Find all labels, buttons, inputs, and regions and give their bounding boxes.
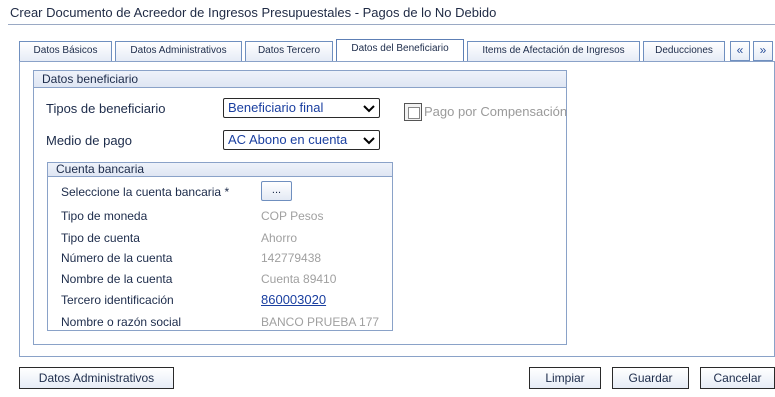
tipos-beneficiario-select[interactable]: Beneficiario final xyxy=(223,98,380,118)
tercero-identificacion-label: Tercero identificación xyxy=(61,293,174,307)
pago-compensacion-label: Pago por Compensación xyxy=(424,104,568,119)
datos-administrativos-button[interactable]: Datos Administrativos xyxy=(19,367,174,389)
chevron-down-icon xyxy=(363,105,375,113)
page-title: Crear Documento de Acreedor de Ingresos … xyxy=(8,0,775,25)
tab-items-afectacion[interactable]: Items de Afectación de Ingresos xyxy=(467,41,640,61)
seleccione-cuenta-label: Seleccione la cuenta bancaria * xyxy=(61,185,230,199)
tab-deducciones[interactable]: Deducciones xyxy=(643,41,725,61)
tipo-moneda-value: COP Pesos xyxy=(261,209,324,223)
guardar-button[interactable]: Guardar xyxy=(612,367,689,389)
medio-pago-select[interactable]: AC Abono en cuenta xyxy=(223,130,380,150)
tab-datos-beneficiario[interactable]: Datos del Beneficiario xyxy=(336,39,464,61)
tipo-cuenta-label: Tipo de cuenta xyxy=(61,231,140,245)
chevron-down-icon xyxy=(363,137,375,145)
tab-datos-tercero[interactable]: Datos Tercero xyxy=(245,41,333,61)
tab-datos-administrativos[interactable]: Datos Administrativos xyxy=(115,41,242,61)
tipos-beneficiario-value: Beneficiario final xyxy=(228,100,324,115)
limpiar-button[interactable]: Limpiar xyxy=(529,367,601,389)
tipo-cuenta-value: Ahorro xyxy=(261,231,298,245)
tercero-identificacion-link[interactable]: 860003020 xyxy=(261,292,326,307)
razon-social-value: BANCO PRUEBA 177 xyxy=(261,315,380,329)
pago-compensacion-checkbox[interactable] xyxy=(404,103,422,121)
datos-beneficiario-legend: Datos beneficiario xyxy=(34,71,566,88)
nombre-cuenta-label: Nombre de la cuenta xyxy=(61,272,173,286)
tipos-beneficiario-label: Tipos de beneficiario xyxy=(46,101,166,116)
tab-scroll-right-button[interactable]: » xyxy=(753,41,773,61)
numero-cuenta-label: Número de la cuenta xyxy=(61,251,173,265)
medio-pago-label: Medio de pago xyxy=(46,133,133,148)
tab-datos-basicos[interactable]: Datos Básicos xyxy=(19,41,112,61)
razon-social-label: Nombre o razón social xyxy=(61,315,182,329)
cancelar-button[interactable]: Cancelar xyxy=(700,367,775,389)
cuenta-bancaria-legend: Cuenta bancaria xyxy=(48,163,392,177)
nombre-cuenta-value: Cuenta 89410 xyxy=(261,272,337,286)
tab-scroll-left-button[interactable]: « xyxy=(730,41,750,61)
tipo-moneda-label: Tipo de moneda xyxy=(61,209,148,223)
medio-pago-value: AC Abono en cuenta xyxy=(228,132,348,147)
numero-cuenta-value: 142779438 xyxy=(261,251,322,265)
seleccione-cuenta-button[interactable]: ... xyxy=(261,181,292,201)
